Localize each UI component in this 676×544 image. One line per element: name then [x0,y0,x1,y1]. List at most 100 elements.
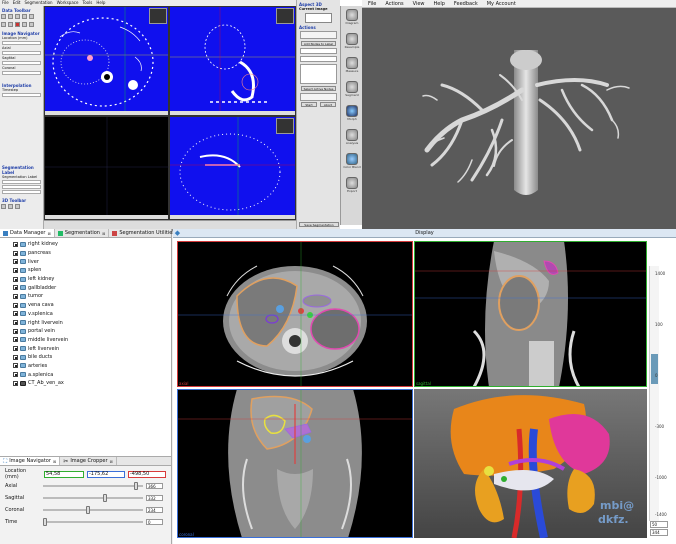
tab-data-manager[interactable]: Data Manager ⊠ [0,229,55,237]
legacy-sagittal-view[interactable] [169,6,296,116]
list-item[interactable]: tumor [0,292,171,301]
menu-feedback[interactable]: Feedback [454,0,478,7]
slider-value-spinbox[interactable]: 366 [146,483,163,489]
legacy-3d-view[interactable] [44,116,170,221]
save-icon[interactable] [8,22,13,27]
location-y-spinbox[interactable]: -175,62 [87,470,125,478]
list-item[interactable]: pancreas [0,249,171,258]
menu-actions[interactable]: Actions [385,0,403,7]
level-window-strip[interactable] [649,266,659,521]
visibility-checkbox[interactable] [13,372,18,378]
open-icon[interactable] [1,22,6,27]
tool-resample[interactable]: Resample [343,33,361,51]
grid-icon[interactable] [22,22,27,27]
layers-icon[interactable] [29,22,34,27]
slider-track[interactable] [43,518,143,526]
tool-color-blend[interactable]: Color Blend [343,153,361,171]
legacy-image-selector[interactable] [305,13,332,23]
slider-value-spinbox[interactable]: 0 [146,519,163,525]
visibility-checkbox[interactable] [13,293,18,299]
visibility-checkbox[interactable] [13,241,18,247]
visibility-checkbox[interactable] [13,320,18,326]
menu-my-account[interactable]: My Account [487,0,516,7]
tool-export[interactable]: Export [343,177,361,195]
camera-icon[interactable] [8,204,13,209]
list-item[interactable]: right kidney [0,240,171,249]
rotate-icon[interactable] [1,204,6,209]
legacy-seg-label-select-2[interactable] [2,185,41,189]
list-item[interactable]: a.splenica [0,370,171,379]
close-icon[interactable]: ⊠ [110,457,113,466]
list-item[interactable]: CT_Ab_ven_ax [0,379,171,388]
slider-thumb[interactable] [43,518,47,526]
menu-help[interactable]: Help [434,0,445,7]
list-item[interactable]: arteries [0,362,171,371]
list-item[interactable]: right livervein [0,318,171,327]
slider-thumb[interactable] [134,482,139,490]
pointer-icon[interactable] [1,14,6,19]
axial-render-window[interactable]: axial [177,241,413,387]
tab-segmentation[interactable]: Segmentation ⊠ [55,229,110,237]
list-item[interactable]: bile ducts [0,353,171,362]
list-item[interactable]: liver [0,257,171,266]
pan-icon[interactable] [22,14,27,19]
visibility-checkbox[interactable] [13,354,18,360]
list-item[interactable]: middle livervein [0,336,171,345]
menu-file[interactable]: File [368,0,376,7]
visibility-checkbox[interactable] [13,259,18,265]
location-z-spinbox[interactable]: -498,50 [128,470,166,478]
legacy-seg-label-select-3[interactable] [2,190,41,194]
pen-icon[interactable] [8,14,13,19]
zoom-icon[interactable] [15,14,20,19]
close-icon[interactable]: ⊠ [102,229,105,238]
list-item[interactable]: splen [0,266,171,275]
visibility-checkbox[interactable] [13,276,18,282]
list-item[interactable]: v.splenica [0,310,171,319]
list-item[interactable]: vena cava [0,301,171,310]
visibility-checkbox[interactable] [13,311,18,317]
slider-track[interactable] [43,506,143,514]
list-item[interactable]: left kidney [0,275,171,284]
legacy-location-input[interactable] [2,41,41,45]
tool-measure[interactable]: Measure [343,57,361,75]
legacy-abort-button[interactable]: Abort [320,102,336,107]
window-input[interactable]: 344 [650,529,668,536]
vessel-3d-viewer[interactable] [362,0,676,229]
list-item[interactable]: gallbladder [0,283,171,292]
visibility-checkbox[interactable] [13,363,18,369]
legacy-axial-view[interactable] [44,6,169,116]
menu-view[interactable]: View [413,0,425,7]
3d-render-window[interactable]: mbi@ dkfz. [414,389,647,538]
level-window-thumb[interactable] [651,354,658,384]
visibility-checkbox[interactable] [13,302,18,308]
record-icon[interactable] [15,22,20,27]
legacy-add-nodes-button[interactable]: Add Nodes to Label [301,41,336,46]
list-item[interactable]: left livervein [0,344,171,353]
close-icon[interactable]: ⊠ [47,229,50,238]
slider-track[interactable] [43,482,143,490]
legacy-select-nodes-button[interactable]: Select Active Nodes [301,86,336,91]
visibility-checkbox[interactable] [13,337,18,343]
sagittal-render-window[interactable]: sagittal [414,241,647,387]
legacy-coronal-slider[interactable] [2,71,41,75]
slider-thumb[interactable] [86,506,91,514]
list-item[interactable]: portal vein [0,327,171,336]
reset-icon[interactable] [29,14,34,19]
slider-track[interactable] [43,494,143,502]
visibility-checkbox[interactable] [13,328,18,334]
legacy-coronal-view[interactable] [169,116,296,220]
visibility-checkbox[interactable] [13,346,18,352]
legacy-method-select[interactable] [300,48,337,54]
coronal-render-window[interactable]: coronal [177,389,413,538]
tool-analysis[interactable]: Analysis [343,129,361,147]
slider-value-spinbox[interactable]: 234 [146,507,163,513]
visibility-checkbox[interactable] [13,267,18,273]
visibility-checkbox[interactable] [13,285,18,291]
light-icon[interactable] [15,204,20,209]
tab-image-cropper[interactable]: ✂ Image Cropper ⊠ [60,457,117,465]
legacy-param-input[interactable] [300,56,337,62]
legacy-timestep-input[interactable] [2,93,41,97]
level-input[interactable]: 50 [650,521,668,528]
visibility-checkbox[interactable] [13,380,18,386]
legacy-params-table[interactable] [300,64,337,84]
